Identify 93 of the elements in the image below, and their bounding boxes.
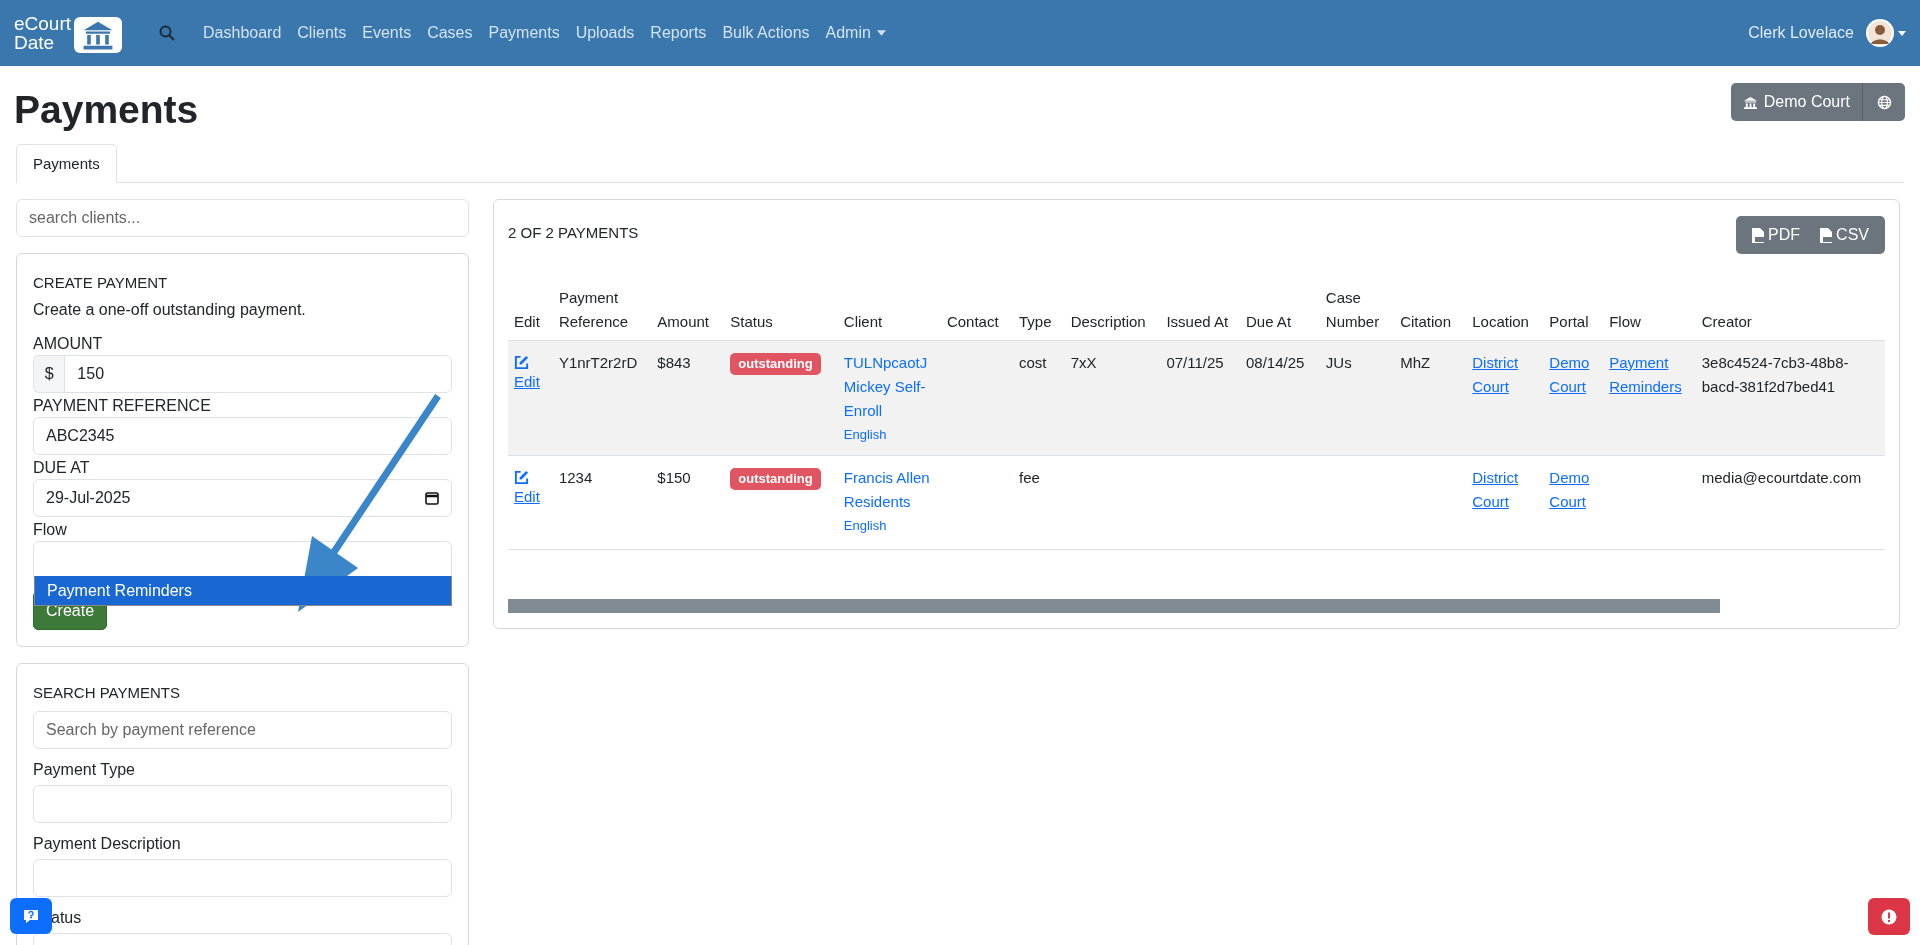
file-icon xyxy=(1752,227,1765,243)
nav-link[interactable]: Admin xyxy=(825,24,886,42)
table-cell: cost xyxy=(1019,354,1047,371)
reference-field[interactable]: ABC2345 xyxy=(33,417,452,455)
edit-link[interactable]: Edit xyxy=(514,370,540,394)
column-header: Type xyxy=(1013,280,1065,341)
status-badge: outstanding xyxy=(730,353,821,375)
column-header: Issued At xyxy=(1160,280,1240,341)
column-header: Contact xyxy=(940,280,1013,341)
column-header: Client xyxy=(837,280,941,341)
card-description: Create a one-off outstanding payment. xyxy=(33,301,307,319)
help-chat-button[interactable] xyxy=(10,898,52,934)
globe-icon xyxy=(1876,94,1892,110)
table-cell: fee xyxy=(1019,469,1040,486)
edit-link[interactable]: Edit xyxy=(514,485,540,509)
nav-link[interactable]: Uploads xyxy=(575,24,635,42)
court-button[interactable]: Demo Court xyxy=(1730,83,1863,121)
nav-link[interactable]: Payments xyxy=(488,24,560,42)
column-header: Amount xyxy=(651,280,725,341)
column-header: Due At xyxy=(1240,280,1320,341)
export-button[interactable]: PDF xyxy=(1742,226,1811,244)
page-title: Payments xyxy=(14,88,199,132)
edit-icon[interactable] xyxy=(514,355,529,370)
table-cell: Y1nrT2r2rD xyxy=(558,354,638,371)
column-header: Payment Reference xyxy=(552,280,652,341)
client-search-field[interactable]: search clients... xyxy=(16,199,469,237)
table-cell: MhZ xyxy=(1400,354,1431,371)
client-language: English xyxy=(843,426,888,444)
column-header: Status xyxy=(724,280,838,341)
currency-addon: $ xyxy=(33,355,65,393)
payment-type-field[interactable] xyxy=(33,785,452,823)
column-header: Location xyxy=(1466,280,1544,341)
export-button[interactable]: CSV xyxy=(1810,226,1879,244)
user-name[interactable]: Clerk Lovelace xyxy=(1748,24,1854,42)
amount-field[interactable]: 150 xyxy=(64,355,452,393)
client-link[interactable]: Francis Allen Residents xyxy=(843,466,935,514)
alert-button[interactable] xyxy=(1868,898,1910,935)
question-icon xyxy=(23,908,39,924)
table-cell: 07/11/25 xyxy=(1166,354,1224,371)
table-cell: 1234 xyxy=(558,469,593,486)
card-heading: CREATE PAYMENT xyxy=(33,274,169,291)
table-cell: media@ecourtdate.com xyxy=(1701,469,1862,486)
field-label: atus xyxy=(50,909,83,927)
file-icon xyxy=(1820,227,1833,243)
logo[interactable]: eCourt Date xyxy=(14,13,124,53)
field-label: DUE AT xyxy=(33,459,91,477)
edit-icon[interactable] xyxy=(514,470,529,485)
date-field[interactable]: 29-Jul-2025 xyxy=(33,479,452,517)
location-link[interactable]: District Court xyxy=(1472,466,1538,514)
nav-link[interactable]: Events xyxy=(362,24,412,42)
scrollbar[interactable] xyxy=(508,599,1720,613)
column-header: Portal xyxy=(1543,280,1604,341)
portal-link[interactable]: Demo Court xyxy=(1549,466,1598,514)
field-label: AMOUNT xyxy=(33,335,104,353)
table-cell: $843 xyxy=(657,354,691,371)
courthouse-icon xyxy=(73,17,124,53)
nav-link[interactable]: Cases xyxy=(427,24,473,42)
logo-text: eCourt Date xyxy=(14,14,72,52)
search-icon[interactable] xyxy=(159,25,176,41)
column-header: Creator xyxy=(1695,280,1885,341)
card-heading: SEARCH PAYMENTS xyxy=(33,684,181,701)
reference-search-field[interactable]: Search by payment reference xyxy=(33,711,452,749)
language-button[interactable] xyxy=(1863,83,1905,121)
nav-link[interactable]: Clients xyxy=(297,24,347,42)
column-header: Citation xyxy=(1394,280,1467,341)
tab[interactable]: Payments xyxy=(16,144,117,183)
table-cell: 3e8c4524-7cb3-48b8-bacd-381f2d7bed41 xyxy=(1701,354,1849,395)
column-header: Description xyxy=(1064,280,1161,341)
avatar-icon[interactable] xyxy=(1866,19,1894,47)
field-label: Payment Description xyxy=(33,835,182,853)
exclamation-icon xyxy=(1881,908,1897,925)
field-label: Payment Type xyxy=(33,761,136,779)
courthouse-icon xyxy=(1742,95,1758,109)
client-link[interactable]: TULNpcaotJ Mickey Self-Enroll xyxy=(843,351,935,423)
column-header: Edit xyxy=(508,280,553,341)
table-cell: 08/14/25 xyxy=(1246,354,1305,371)
nav-link[interactable]: Bulk Actions xyxy=(722,24,810,42)
table-cell: 7xX xyxy=(1070,354,1097,371)
nav-link[interactable]: Reports xyxy=(650,24,707,42)
table-cell: $150 xyxy=(657,469,691,486)
calendar-icon[interactable] xyxy=(425,491,439,505)
field-label: Flow xyxy=(33,521,68,539)
dropdown-option[interactable]: Payment Reminders xyxy=(35,576,451,605)
column-header: Flow xyxy=(1603,280,1696,341)
status-badge: outstanding xyxy=(730,468,821,490)
column-header: Case Number xyxy=(1319,280,1395,341)
table-cell: JUs xyxy=(1325,354,1352,371)
results-count: 2 OF 2 PAYMENTS xyxy=(508,224,639,241)
field-label: PAYMENT REFERENCE xyxy=(33,397,212,415)
caret-icon[interactable] xyxy=(1898,30,1906,36)
client-language: English xyxy=(843,517,888,535)
payment-description-field[interactable] xyxy=(33,859,452,897)
nav-link[interactable]: Dashboard xyxy=(203,24,282,42)
